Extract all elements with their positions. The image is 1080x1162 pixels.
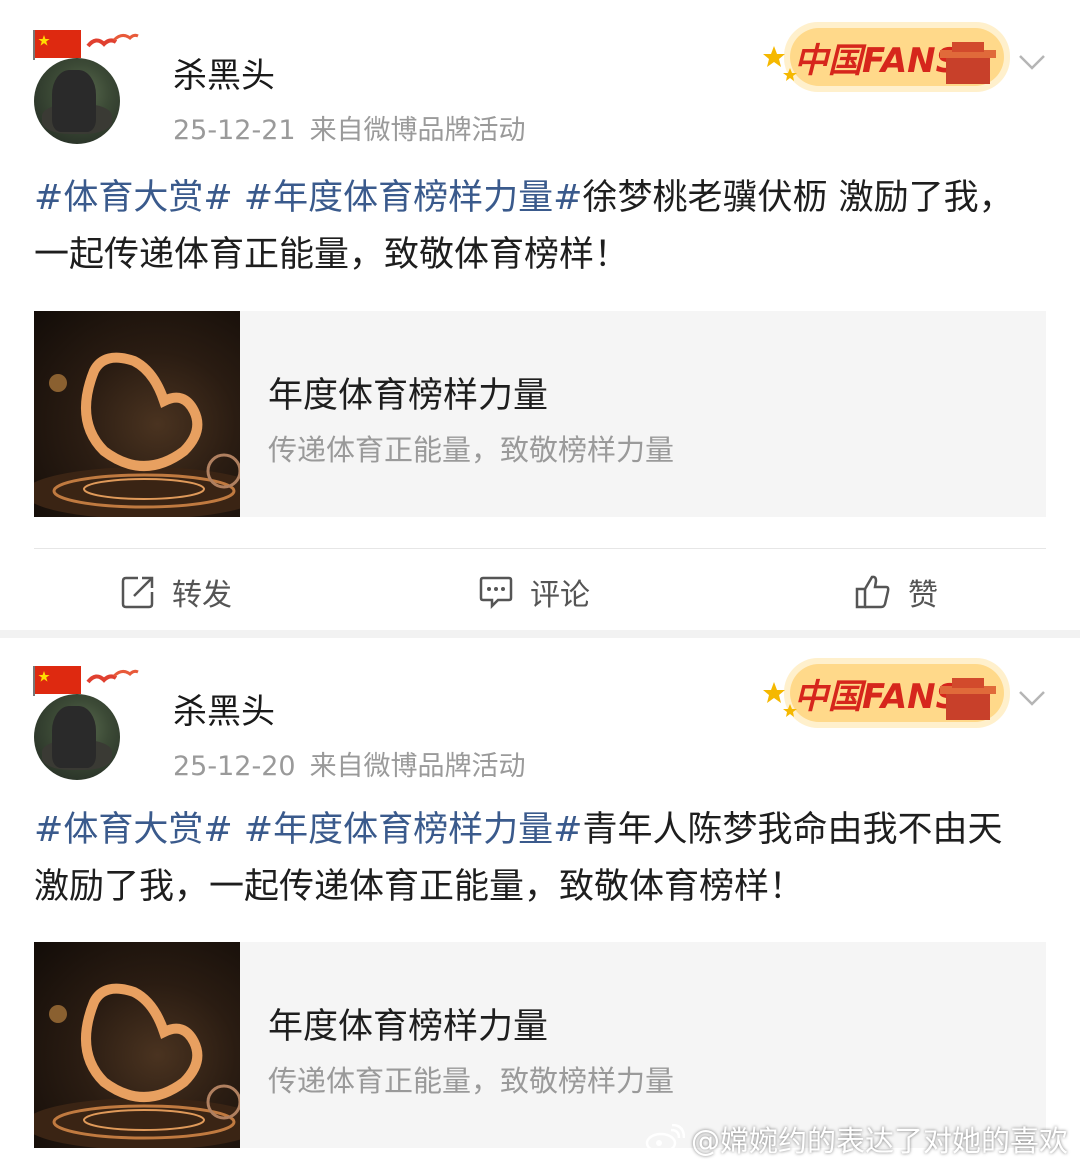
- post-text: #体育大赏# #年度体育榜样力量#徐梦桃老骥伏枥 激励了我，一起传递体育正能量，…: [34, 170, 1044, 284]
- topic-tag[interactable]: #体育大赏#: [34, 178, 233, 218]
- china-fans-badge[interactable]: 中国FANS: [760, 12, 1012, 96]
- weibo-logo-icon: [645, 1124, 685, 1154]
- weibo-post: 杀黑头 25-12-20 来自微博品牌活动 中国FANS #体育大赏# #年度体育…: [0, 636, 1080, 1162]
- card-thumbnail: [34, 311, 240, 517]
- post-date: 25-12-20: [173, 751, 296, 782]
- post-source: 来自微博品牌活动: [309, 751, 526, 782]
- repost-button[interactable]: 转发: [120, 566, 232, 618]
- avatar[interactable]: [34, 694, 120, 780]
- china-fans-badge[interactable]: 中国FANS: [760, 648, 1012, 732]
- username[interactable]: 杀黑头: [173, 684, 275, 733]
- chevron-down-icon[interactable]: [1018, 688, 1046, 708]
- card-subtitle: 传递体育正能量，致敬榜样力量: [268, 433, 675, 467]
- divider: [34, 548, 1046, 549]
- badge-text: 中国FANS: [794, 41, 960, 81]
- watermark-text: @嫦婉约的表达了对她的喜欢: [690, 1124, 1068, 1158]
- topic-tag[interactable]: #体育大赏#: [34, 810, 233, 850]
- like-label: 赞: [908, 578, 938, 613]
- chevron-down-icon[interactable]: [1018, 52, 1046, 72]
- topic-tag[interactable]: #年度体育榜样力量#: [244, 810, 583, 850]
- china-flag-icon: [33, 666, 81, 696]
- username[interactable]: 杀黑头: [173, 48, 275, 97]
- card-title: 年度体育榜样力量: [268, 376, 549, 416]
- comment-label: 评论: [530, 578, 590, 613]
- comment-icon: [479, 576, 513, 610]
- topic-tag[interactable]: #年度体育榜样力量#: [244, 178, 583, 218]
- weibo-watermark: @嫦婉约的表达了对她的喜欢: [645, 1118, 1068, 1160]
- post-source: 来自微博品牌活动: [309, 115, 526, 146]
- card-title: 年度体育榜样力量: [268, 1007, 549, 1047]
- badge-text: 中国FANS: [794, 677, 960, 717]
- repost-label: 转发: [172, 578, 232, 613]
- card-thumbnail: [34, 942, 240, 1148]
- decorative-birds-icon: [86, 33, 139, 48]
- card-subtitle: 传递体育正能量，致敬榜样力量: [268, 1064, 675, 1098]
- comment-button[interactable]: 评论: [478, 566, 590, 618]
- thumbs-up-icon: [855, 575, 890, 609]
- post-date: 25-12-21: [173, 115, 296, 146]
- like-button[interactable]: 赞: [854, 566, 938, 618]
- weibo-post: 杀黑头 25-12-21 来自微博品牌活动 中国FANS #体育大赏# #年度体育…: [0, 0, 1080, 638]
- china-flag-icon: [33, 30, 81, 60]
- link-card[interactable]: 年度体育榜样力量 传递体育正能量，致敬榜样力量: [34, 311, 1046, 517]
- post-meta: 25-12-20 来自微博品牌活动: [173, 744, 540, 783]
- repost-icon: [121, 576, 154, 609]
- post-text: #体育大赏# #年度体育榜样力量#青年人陈梦我命由我不由天 激励了我，一起传递体…: [34, 802, 1044, 916]
- decorative-birds-icon: [86, 669, 139, 684]
- avatar[interactable]: [34, 58, 120, 144]
- post-meta: 25-12-21 来自微博品牌活动: [173, 108, 540, 147]
- action-bar: 转发 评论 赞: [0, 566, 1080, 618]
